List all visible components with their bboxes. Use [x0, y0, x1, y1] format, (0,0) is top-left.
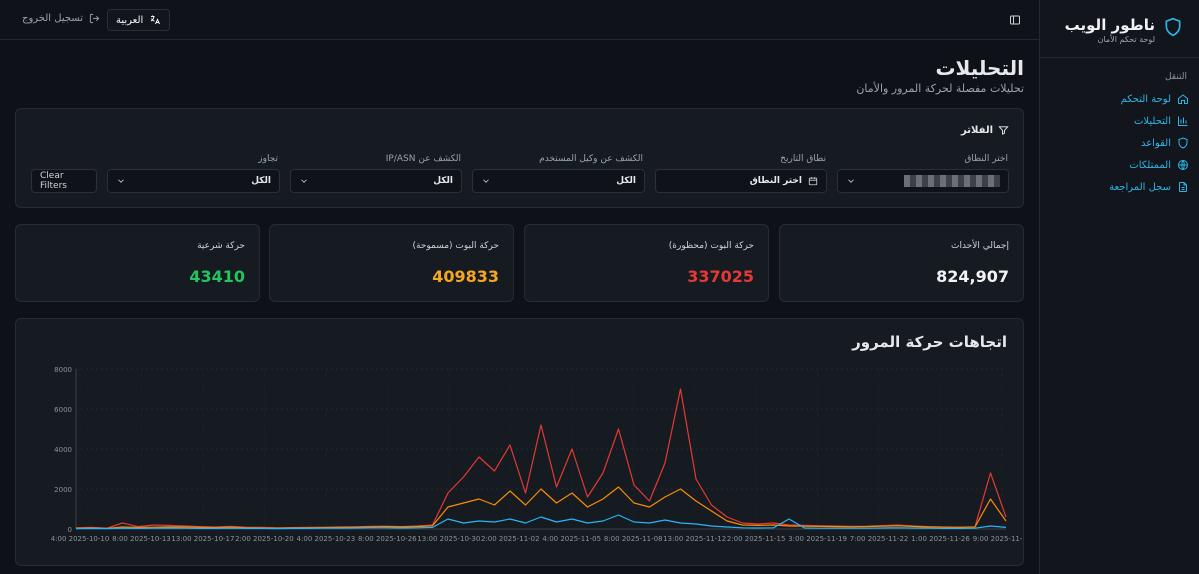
sidebar-item-properties[interactable]: الممتلكات — [1129, 156, 1189, 174]
stat-label: إجمالي الأحداث — [950, 241, 1009, 251]
globe-icon — [1178, 160, 1188, 170]
x-tick-label: 13:00 2025-11-12 — [663, 535, 726, 543]
x-tick-label: 2:00 2025-11-02 — [481, 535, 540, 543]
language-button[interactable]: العربية — [107, 9, 171, 31]
user-agent-value: الكل — [616, 176, 636, 186]
y-tick-label: 2000 — [54, 486, 72, 494]
series-line-0 — [75, 388, 1007, 529]
y-tick-label: 8000 — [54, 366, 72, 374]
filters-title: الفلاتر — [961, 125, 993, 136]
shield-logo-icon — [1165, 17, 1181, 37]
redacted-value — [904, 175, 1000, 187]
nav-label: التنقل — [1164, 72, 1187, 82]
x-tick-label: 2:00 2025-10-20 — [235, 535, 294, 543]
bypass-label: تجاوز — [258, 154, 278, 164]
x-tick-label: 2:00 2025-11-15 — [727, 535, 786, 543]
stat-value: 824,907 — [936, 267, 1009, 286]
x-tick-label: 8:00 2025-10-26 — [358, 535, 417, 543]
language-label: العربية — [116, 14, 144, 26]
date-range-label: نطاق التاريخ — [780, 154, 826, 164]
x-tick-label: 9:00 2025-11-30 — [973, 535, 1023, 543]
ip-asn-value: الكل — [433, 176, 453, 186]
filters-heading: الفلاتر — [961, 125, 1009, 136]
series-line-1 — [75, 486, 1007, 529]
sidebar-item-audit-log[interactable]: سجل المراجعة — [1109, 178, 1189, 196]
x-tick-label: 1:00 2025-11-26 — [911, 535, 970, 543]
home-icon — [1178, 94, 1188, 104]
x-tick-label: 4:00 2025-10-10 — [51, 535, 110, 543]
chevron-down-icon — [483, 179, 489, 183]
top-bar: تسجيل الخروج العربية — [0, 0, 1040, 40]
stat-card-bot-allowed: حركة البوت (مسموحة) 409833 — [269, 224, 514, 302]
translate-icon — [151, 15, 161, 25]
bypass-select[interactable]: الكل — [107, 169, 280, 193]
stat-label: حركة البوت (محظورة) — [668, 241, 754, 251]
main-content: التحليلات تحليلات مفصلة لحركة المرور وال… — [0, 40, 1040, 574]
file-icon — [1179, 182, 1187, 192]
x-tick-label: 4:00 2025-11-05 — [542, 535, 601, 543]
stat-card-legitimate: حركة شرعية 43410 — [15, 224, 260, 302]
shield-icon — [1178, 137, 1188, 149]
x-tick-label: 13:00 2025-10-17 — [171, 535, 234, 543]
filters-card: الفلاتر اختر النطاق نطاق التاريخ اختر ال… — [15, 108, 1024, 208]
y-tick-label: 0 — [68, 526, 72, 534]
traffic-trends-chart: 020004000600080004:00 2025-10-10 8:00 202… — [51, 366, 1023, 543]
page-subtitle: تحليلات مفصلة لحركة المرور والأمان — [856, 82, 1024, 95]
chevron-down-icon — [848, 179, 854, 183]
chevron-down-icon — [301, 179, 307, 183]
filter-icon — [998, 126, 1009, 135]
calendar-icon — [808, 177, 818, 186]
app-subtitle: لوحة تحكم الأمان — [1097, 35, 1155, 44]
y-tick-label: 4000 — [54, 446, 72, 454]
sidebar-item-dashboard[interactable]: لوحة التحكم — [1121, 90, 1189, 108]
logout-label: تسجيل الخروج — [22, 13, 84, 24]
x-tick-label: 4:00 2025-10-23 — [297, 535, 356, 543]
user-agent-label: الكشف عن وكيل المستخدم — [539, 154, 643, 164]
stat-value: 409833 — [432, 267, 499, 286]
sidebar-toggle-button[interactable] — [1009, 14, 1021, 26]
chevron-down-icon — [118, 179, 124, 183]
traffic-trends-card: اتجاهات حركة المرور 0 2000 4000 6000 8000 4:0… — [15, 318, 1024, 566]
y-tick-label: 6000 — [54, 406, 72, 414]
sidebar-item-analytics[interactable]: التحليلات — [1134, 112, 1189, 130]
sidebar: ناطور الويب لوحة تحكم الأمان التنقل لوحة… — [1039, 0, 1199, 574]
stat-value: 43410 — [189, 267, 245, 286]
x-tick-label: 8:00 2025-11-08 — [604, 535, 663, 543]
x-tick-label: 8:00 2025-10-13 — [112, 535, 171, 543]
stat-card-total: إجمالي الأحداث 824,907 — [779, 224, 1024, 302]
sidebar-item-label: الممتلكات — [1129, 159, 1171, 171]
user-agent-select[interactable]: الكل — [472, 169, 645, 193]
app-title: ناطور الويب — [1064, 16, 1155, 34]
date-range-picker[interactable]: اختر النطاق — [655, 169, 827, 193]
bar-chart-icon — [1178, 116, 1188, 126]
x-tick-label: 13:00 2025-10-30 — [417, 535, 480, 543]
range-select[interactable] — [837, 169, 1009, 193]
x-tick-label: 3:00 2025-11-19 — [788, 535, 847, 543]
panel-icon — [1010, 15, 1020, 25]
logout-icon — [89, 13, 100, 24]
stat-label: حركة شرعية — [197, 241, 245, 251]
clear-filters-button[interactable]: Clear Filters — [31, 169, 97, 193]
sidebar-item-label: القواعد — [1140, 137, 1171, 149]
logout-button[interactable]: تسجيل الخروج — [22, 13, 100, 24]
sidebar-item-label: سجل المراجعة — [1109, 181, 1171, 193]
sidebar-item-label: التحليلات — [1133, 115, 1171, 127]
range-label: اختر النطاق — [964, 154, 1008, 164]
app-root: تسجيل الخروج العربية ناطور الويب لوحة تح… — [0, 0, 1199, 574]
stat-value: 337025 — [687, 267, 754, 286]
sidebar-item-rules[interactable]: القواعد — [1141, 134, 1189, 152]
bypass-value: الكل — [251, 176, 271, 186]
sidebar-item-label: لوحة التحكم — [1120, 93, 1171, 105]
ip-asn-select[interactable]: الكل — [290, 169, 462, 193]
sidebar-header: ناطور الويب لوحة تحكم الأمان — [1040, 0, 1199, 58]
stat-card-bot-blocked: حركة البوت (محظورة) 337025 — [524, 224, 769, 302]
page-title: التحليلات — [935, 56, 1024, 80]
date-range-placeholder: اختر النطاق — [749, 176, 802, 186]
stat-label: حركة البوت (مسموحة) — [412, 241, 499, 251]
ip-asn-label: الكشف عن IP/ASN — [385, 154, 461, 164]
x-tick-label: 7:00 2025-11-22 — [850, 535, 909, 543]
